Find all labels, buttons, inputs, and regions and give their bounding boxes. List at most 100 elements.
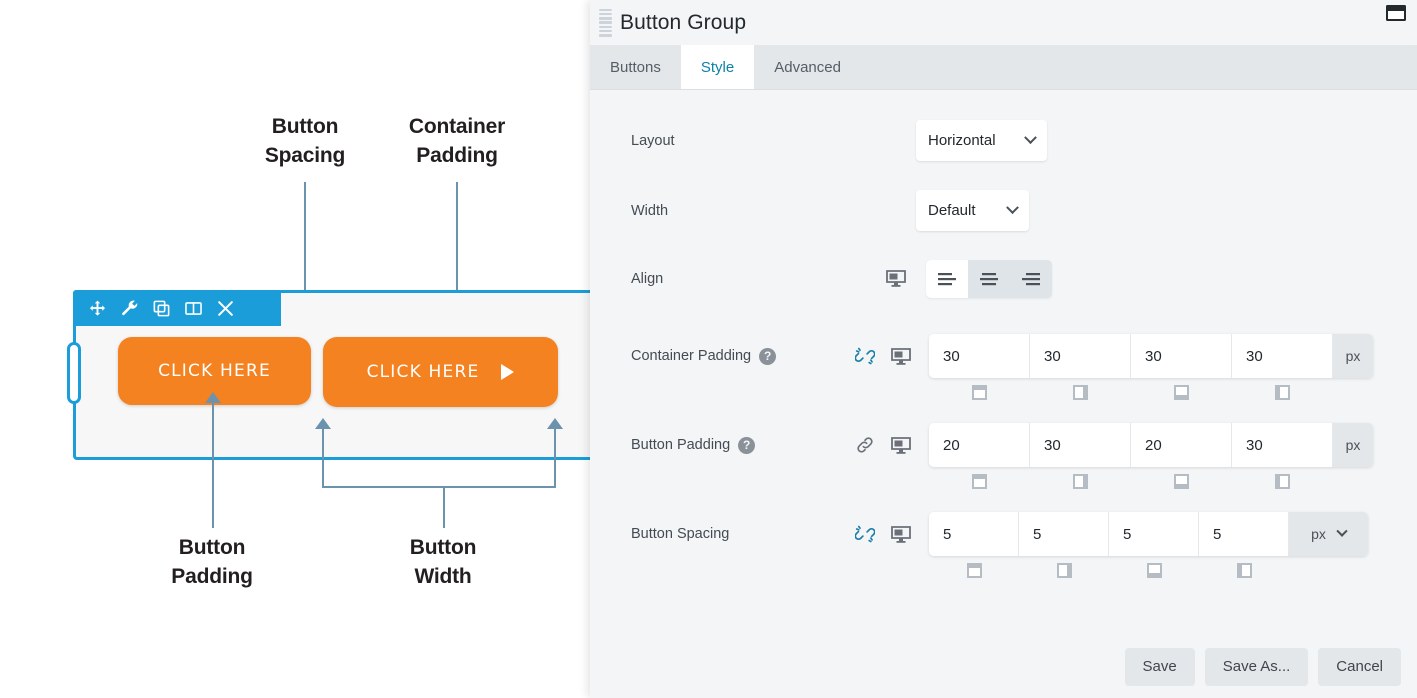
container-padding-right-input[interactable] [1030,334,1131,378]
tab-buttons[interactable]: Buttons [590,45,681,89]
button-padding-top-input[interactable] [929,423,1030,467]
side-right-icon [1073,385,1088,400]
preview-area: Button Spacing Container Padding CLICK H… [0,0,600,698]
field-button-spacing-label: Button Spacing [631,526,730,542]
button-spacing-top-input[interactable] [929,512,1019,556]
help-icon[interactable]: ? [759,347,777,365]
field-container-padding-label: Container Padding ? [631,334,831,378]
tab-advanced[interactable]: Advanced [754,45,861,89]
align-button-group [926,260,1052,298]
side-right-icon [1056,563,1072,578]
layout-select-value: Horizontal [928,132,996,149]
annotation-button-width: Button Width [409,536,477,588]
chevron-down-icon [1024,131,1037,145]
module-toolbar[interactable] [73,290,281,326]
preview-button-2[interactable]: CLICK HERE [323,337,558,407]
button-spacing-inputs: px [929,512,1368,578]
field-align-label: Align [631,271,664,287]
button-padding-inputs: px [929,423,1373,489]
container-padding-side-markers [929,385,1373,400]
panel-header: Button Group [590,0,1417,45]
link-icon[interactable] [855,435,875,455]
button-spacing-left-input[interactable] [1199,512,1289,556]
field-layout-label: Layout [631,132,675,149]
play-icon [501,364,515,380]
field-container-padding: Container Padding ? 30 30 30 30 px [590,334,1417,400]
restore-window-icon[interactable] [1385,4,1407,22]
container-padding-inputs: px [929,334,1373,400]
leader-line-button-spacing [304,182,306,294]
container-padding-top-input[interactable] [929,334,1030,378]
button-spacing-unit-value: px [1311,526,1326,542]
side-top-icon [972,385,987,400]
move-icon[interactable] [81,292,113,324]
side-top-icon [966,563,982,578]
layout-select[interactable]: Horizontal [916,120,1047,161]
side-left-icon [1275,385,1290,400]
desktop-icon[interactable] [891,348,911,366]
wrench-icon[interactable] [113,292,145,324]
align-right-button[interactable] [1010,260,1052,298]
unlink-icon[interactable] [854,524,876,544]
side-top-icon [972,474,987,489]
width-select-value: Default [928,202,976,219]
drag-handle-icon[interactable] [596,6,614,40]
side-right-icon [1073,474,1088,489]
button-padding-side-markers [929,474,1373,489]
field-button-spacing: Button Spacing 5 5 5 5 px [590,512,1417,578]
field-layout: Layout Horizontal [590,120,1417,161]
duplicate-icon[interactable] [145,292,177,324]
arrowhead-button-width-left [315,418,331,429]
button-spacing-unit-select[interactable]: px [1289,512,1368,556]
side-left-icon [1275,474,1290,489]
desktop-icon[interactable] [891,437,911,455]
field-button-padding: Button Padding ? 20 30 20 30 px [590,423,1417,489]
desktop-icon[interactable] [886,270,906,288]
resize-handle-left[interactable] [67,342,81,404]
button-spacing-side-markers [929,563,1368,578]
button-padding-unit: px [1333,423,1373,467]
settings-panel: Button Group Buttons Style Advanced Layo… [590,0,1417,698]
close-icon[interactable] [209,292,241,324]
columns-icon[interactable] [177,292,209,324]
button-padding-right-input[interactable] [1030,423,1131,467]
chevron-down-icon [1336,525,1348,537]
annotation-container-padding: Container Padding [408,115,506,167]
panel-footer: Save Save As... Cancel [590,635,1417,698]
leader-line-button-width-left [322,425,324,487]
width-select[interactable]: Default [916,190,1029,231]
side-bottom-icon [1174,474,1189,489]
save-as-button[interactable]: Save As... [1204,647,1309,686]
container-padding-bottom-input[interactable] [1131,334,1232,378]
leader-line-container-padding [456,182,458,292]
preview-button-1-label: CLICK HERE [158,361,271,381]
container-padding-left-input[interactable] [1232,334,1333,378]
annotation-button-spacing: Button Spacing [264,115,346,167]
side-bottom-icon [1174,385,1189,400]
align-left-button[interactable] [926,260,968,298]
button-padding-left-input[interactable] [1232,423,1333,467]
button-padding-bottom-input[interactable] [1131,423,1232,467]
side-bottom-icon [1146,563,1162,578]
container-padding-unit: px [1333,334,1373,378]
help-icon[interactable]: ? [738,436,756,454]
button-spacing-bottom-input[interactable] [1109,512,1199,556]
chevron-down-icon [1006,201,1019,215]
align-center-button[interactable] [968,260,1010,298]
leader-line-button-width-stem [443,486,445,528]
button-spacing-right-input[interactable] [1019,512,1109,556]
tabs-bar: Buttons Style Advanced [590,45,1417,90]
page-title: Button Group [620,10,747,34]
field-width: Width Default [590,190,1417,231]
arrowhead-button-width-right [547,418,563,429]
side-left-icon [1236,563,1252,578]
unlink-icon[interactable] [854,346,876,366]
save-button[interactable]: Save [1124,647,1195,686]
leader-line-button-width-span [322,486,556,488]
cancel-button[interactable]: Cancel [1318,647,1401,686]
field-button-padding-label: Button Padding ? [631,423,831,467]
field-width-label: Width [631,202,669,219]
leader-line-button-width-right [554,425,556,487]
tab-style[interactable]: Style [680,45,755,89]
desktop-icon[interactable] [891,526,911,544]
